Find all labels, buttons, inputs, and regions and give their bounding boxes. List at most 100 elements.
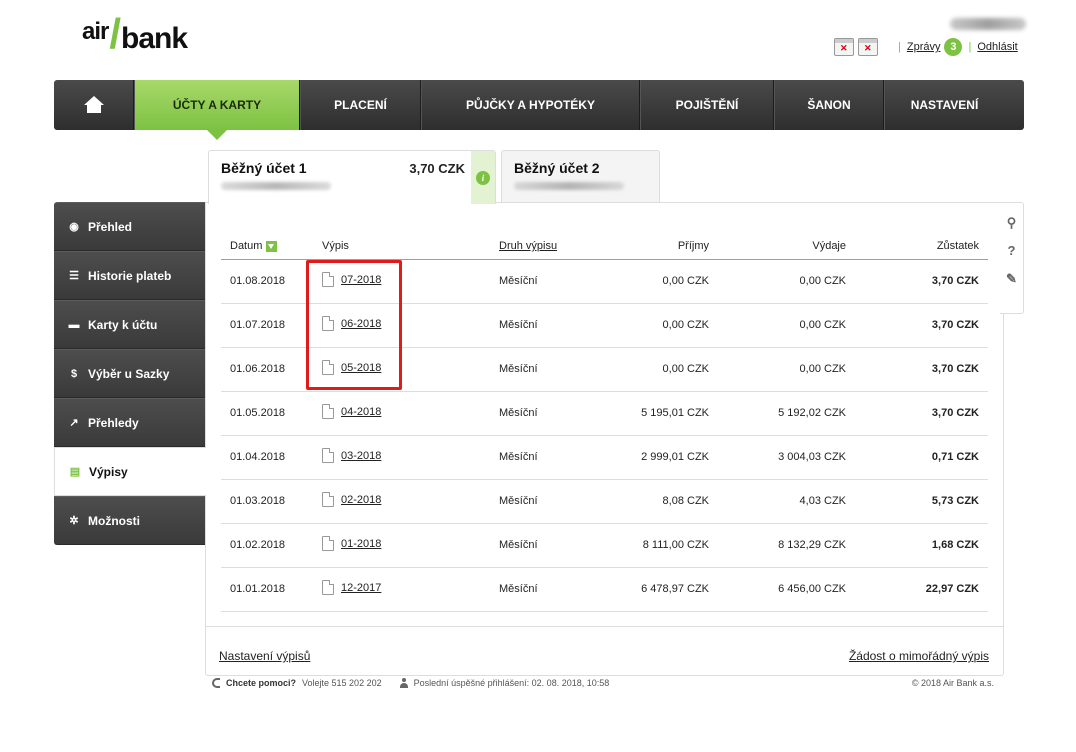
statement-link-wrap[interactable]: 02-2018 <box>322 492 381 507</box>
row-balance: 3,70 CZK <box>855 391 988 436</box>
row-date: 01.04.2018 <box>221 435 313 480</box>
table-row: 01.02.2018 01-2018 Měsíční 8 111,00 CZK 8 13… <box>221 523 988 568</box>
account-info-strip[interactable]: i <box>471 151 495 204</box>
messages-badge[interactable]: 3 <box>944 38 963 56</box>
row-income: 2 999,01 CZK <box>600 435 718 480</box>
row-balance: 22,97 CZK <box>855 567 988 612</box>
header-expense: Výdaje <box>718 234 855 260</box>
row-statement: 12-2017 <box>313 567 490 612</box>
statement-link-wrap[interactable]: 05-2018 <box>322 360 381 375</box>
row-statement: 06-2018 <box>313 303 490 348</box>
header-statement-type[interactable]: Druh výpisu <box>490 234 600 260</box>
last-login-info: Poslední úspěšné přihlášení: 02. 08. 201… <box>399 678 610 688</box>
account-balance: 3,70 CZK <box>409 161 465 176</box>
account-tab-1[interactable]: Běžný účet 1 3,70 CZK i <box>208 150 496 204</box>
list-icon: ☰ <box>69 270 79 282</box>
sidebar-item-payment-history[interactable]: ☰ Historie plateb <box>54 251 205 300</box>
statement-link[interactable]: 12-2017 <box>341 582 381 594</box>
info-icon: i <box>476 170 490 185</box>
sidebar-item-label: Historie plateb <box>88 268 172 283</box>
row-type: Měsíční <box>490 347 600 392</box>
statement-link[interactable]: 07-2018 <box>341 274 381 286</box>
row-date: 01.02.2018 <box>221 523 313 568</box>
statement-link[interactable]: 02-2018 <box>341 494 381 506</box>
document-icon <box>322 448 334 463</box>
nav-loans-mortgages[interactable]: PŮJČKY A HYPOTÉKY <box>421 80 640 130</box>
nav-settings[interactable]: NASTAVENÍ <box>884 80 1004 130</box>
sidebar-item-label: Přehled <box>88 219 133 234</box>
statement-link-wrap[interactable]: 03-2018 <box>322 448 381 463</box>
statement-link-wrap[interactable]: 06-2018 <box>322 316 381 331</box>
row-expense: 0,00 CZK <box>718 303 855 348</box>
statement-link[interactable]: 04-2018 <box>341 406 381 418</box>
calendar-icon[interactable] <box>858 38 878 56</box>
row-income: 0,00 CZK <box>600 347 718 392</box>
pencil-icon[interactable]: ✎ <box>1005 271 1019 287</box>
sidebar-item-reports[interactable]: ↗ Přehledy <box>54 398 205 447</box>
sidebar-item-label: Možnosti <box>88 513 140 528</box>
last-login-text: Poslední úspěšné přihlášení: 02. 08. 201… <box>413 678 610 688</box>
statement-link-wrap[interactable]: 04-2018 <box>322 404 381 419</box>
row-date: 01.03.2018 <box>221 479 313 524</box>
table-row: 01.05.2018 04-2018 Měsíční 5 195,01 CZK 5 19… <box>221 391 988 436</box>
statements-table: Datum Výpis Druh výpisu Příjmy Výdaje Zů… <box>221 234 988 612</box>
row-statement: 04-2018 <box>313 391 490 436</box>
gear-icon: ✲ <box>69 515 79 527</box>
extra-statement-request-link[interactable]: Žádost o mimořádný výpis <box>849 649 989 663</box>
row-statement: 07-2018 <box>313 259 490 304</box>
logout-link[interactable]: Odhlásit <box>977 41 1017 53</box>
sidebar-item-statements[interactable]: ▤ Výpisy <box>54 447 206 496</box>
row-balance: 1,68 CZK <box>855 523 988 568</box>
sidebar-item-cards[interactable]: ▬ Karty k účtu <box>54 300 205 349</box>
statement-settings-link[interactable]: Nastavení výpisů <box>219 649 310 663</box>
nav-accounts-cards[interactable]: ÚČTY A KARTY <box>134 80 300 140</box>
row-statement: 02-2018 <box>313 479 490 524</box>
home-icon <box>83 96 104 114</box>
sort-desc-icon[interactable] <box>266 240 278 252</box>
logo-slash: / <box>109 10 121 57</box>
account-number-blurred <box>514 182 624 190</box>
statement-link[interactable]: 05-2018 <box>341 362 381 374</box>
copyright: © 2018 Air Bank a.s. <box>911 678 994 688</box>
nav-folder[interactable]: ŠANON <box>774 80 884 130</box>
header-date[interactable]: Datum <box>221 234 313 260</box>
airbank-logo[interactable]: air / bank <box>82 10 188 57</box>
row-expense: 5 192,02 CZK <box>718 391 855 436</box>
table-row: 01.01.2018 12-2017 Měsíční 6 478,97 CZK 6 45… <box>221 567 988 612</box>
nav-payments[interactable]: PLACENÍ <box>300 80 421 130</box>
row-date: 01.07.2018 <box>221 303 313 348</box>
sidebar-item-label: Výpisy <box>89 464 128 479</box>
account-tab-2[interactable]: Běžný účet 2 <box>501 150 660 202</box>
sidebar-item-overview[interactable]: ◉ Přehled <box>54 202 205 251</box>
header-statement: Výpis <box>313 234 490 260</box>
nav-home[interactable] <box>54 80 134 130</box>
row-expense: 6 456,00 CZK <box>718 567 855 612</box>
nav-insurance[interactable]: POJIŠTĚNÍ <box>640 80 774 130</box>
statement-link-wrap[interactable]: 01-2018 <box>322 536 381 551</box>
statement-link-wrap[interactable]: 07-2018 <box>322 272 381 287</box>
document-icon <box>322 360 334 375</box>
pin-icon[interactable]: ⚲ <box>1005 215 1019 231</box>
sidebar-item-sazka-withdrawal[interactable]: $ Výběr u Sazky <box>54 349 205 398</box>
row-balance: 5,73 CZK <box>855 479 988 524</box>
row-date: 01.01.2018 <box>221 567 313 612</box>
logo-bank-text: bank <box>121 22 188 55</box>
row-income: 6 478,97 CZK <box>600 567 718 612</box>
header-income: Příjmy <box>600 234 718 260</box>
statement-link[interactable]: 06-2018 <box>341 318 381 330</box>
statement-link-wrap[interactable]: 12-2017 <box>322 580 381 595</box>
messages-link[interactable]: Zprávy <box>907 41 941 53</box>
calendar-icon[interactable] <box>834 38 854 56</box>
row-balance: 3,70 CZK <box>855 347 988 392</box>
help-icon[interactable]: ? <box>1005 243 1019 259</box>
statement-link[interactable]: 03-2018 <box>341 450 381 462</box>
sidebar: ◉ Přehled ☰ Historie plateb ▬ Karty k úč… <box>54 202 206 545</box>
row-type: Měsíční <box>490 435 600 480</box>
row-type: Měsíční <box>490 567 600 612</box>
row-expense: 3 004,03 CZK <box>718 435 855 480</box>
help-info: Chcete pomoci? Volejte 515 202 202 <box>212 678 382 688</box>
sidebar-item-options[interactable]: ✲ Možnosti <box>54 496 205 545</box>
row-statement: 01-2018 <box>313 523 490 568</box>
document-icon <box>322 404 334 419</box>
statement-link[interactable]: 01-2018 <box>341 538 381 550</box>
